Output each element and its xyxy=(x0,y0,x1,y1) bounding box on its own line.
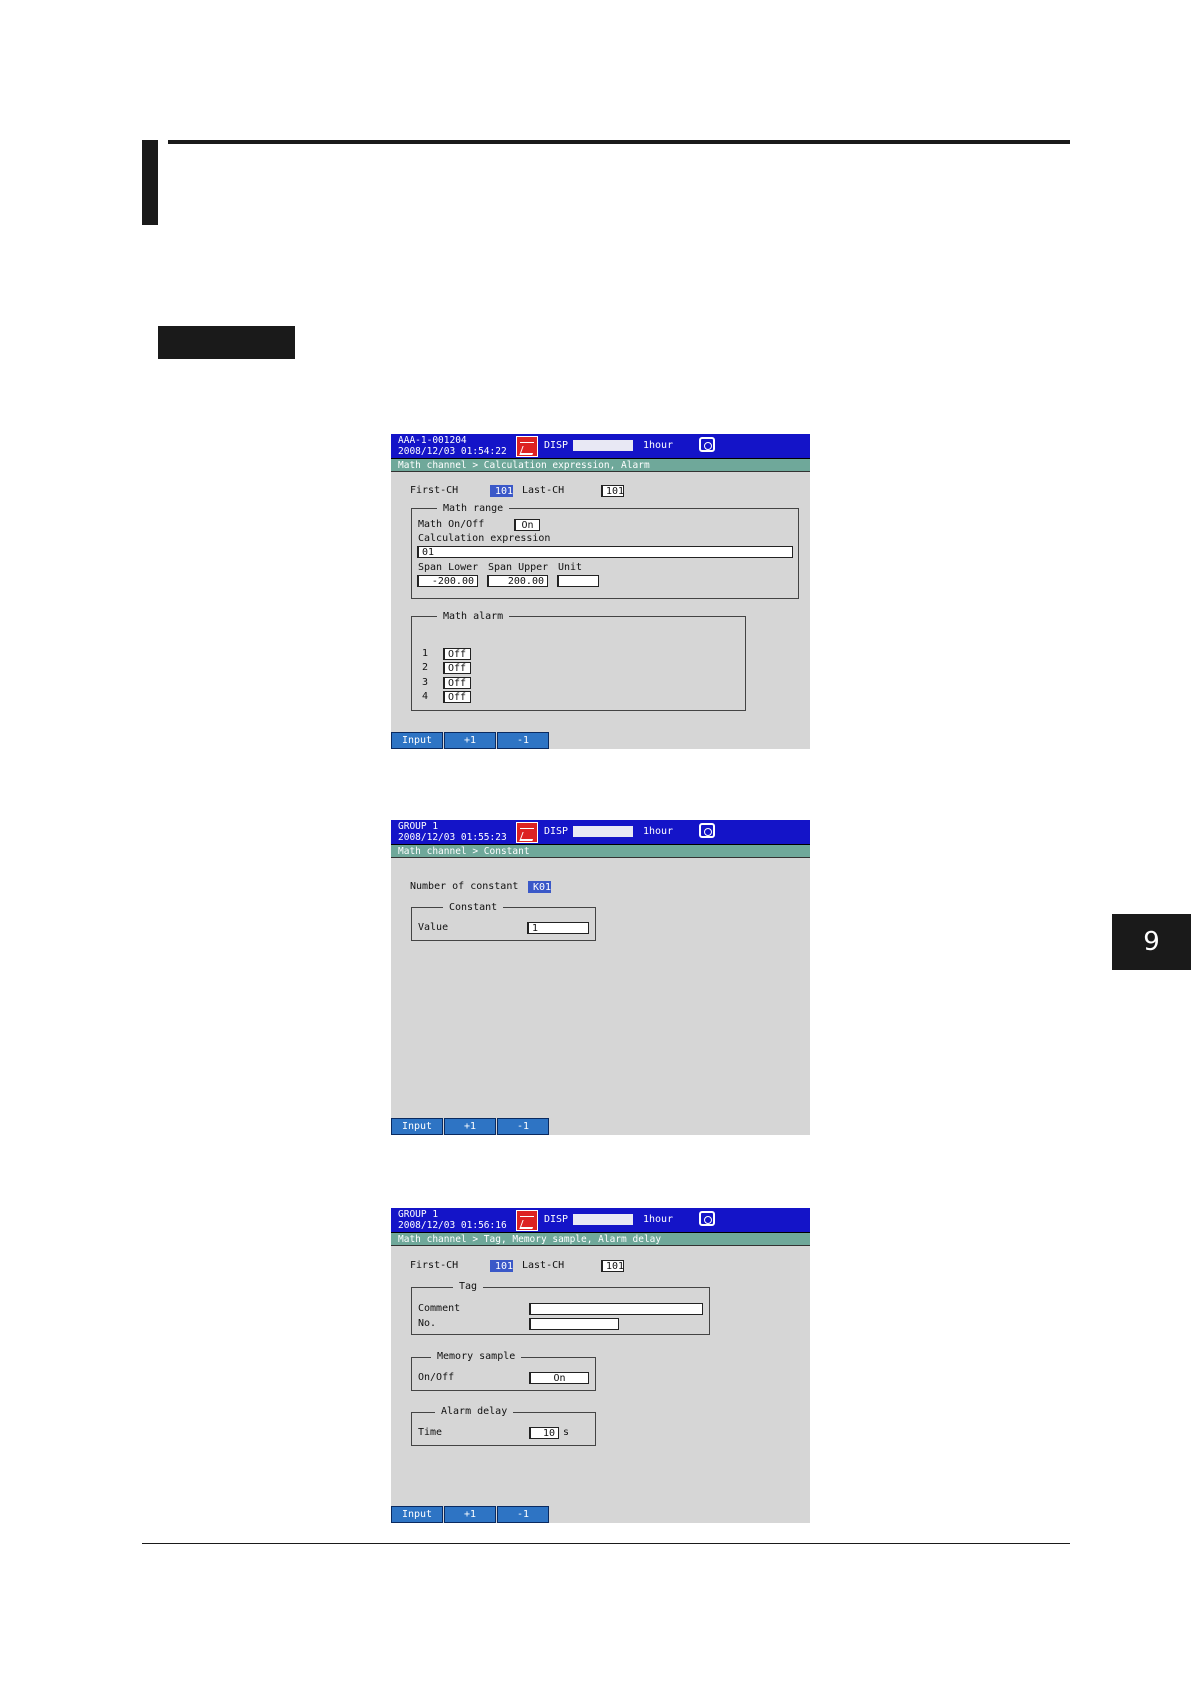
status-datetime: 2008/12/03 01:56:16 xyxy=(398,1220,507,1231)
status-bar: AAA-1-001204 2008/12/03 01:54:22 DISP 1h… xyxy=(391,434,810,459)
last-ch-label: Last-CH xyxy=(522,1260,565,1271)
camera-icon xyxy=(699,1211,715,1226)
status-group-name: GROUP 1 xyxy=(398,821,439,832)
plus-one-softkey[interactable]: +1 xyxy=(444,1506,496,1523)
interval-status: 1hour xyxy=(643,826,674,837)
alarm-no-1: 1 xyxy=(422,648,429,659)
disp-indicator-bar xyxy=(573,440,633,451)
calc-expression-field[interactable]: 01 xyxy=(417,546,793,558)
math-range-title: Math range xyxy=(437,503,510,515)
input-softkey[interactable]: Input xyxy=(391,1506,443,1523)
status-group-name: AAA-1-001204 xyxy=(398,435,467,446)
alarm-3-field[interactable]: Off xyxy=(443,677,471,689)
last-ch-field[interactable]: 101 xyxy=(601,1260,624,1272)
status-datetime: 2008/12/03 01:55:23 xyxy=(398,832,507,843)
comment-field[interactable] xyxy=(529,1303,703,1315)
plus-one-softkey[interactable]: +1 xyxy=(444,732,496,749)
softkey-bar: Input +1 -1 xyxy=(391,732,550,749)
alarm-no-2: 2 xyxy=(422,662,429,673)
calc-expression-label: Calculation expression xyxy=(418,533,551,544)
disp-status: DISP xyxy=(544,826,569,837)
math-onoff-field[interactable]: On xyxy=(514,519,540,531)
time-field[interactable]: 10 xyxy=(529,1427,559,1439)
time-unit: s xyxy=(563,1427,570,1438)
number-of-constant-label: Number of constant xyxy=(410,881,519,892)
alarm-2-field[interactable]: Off xyxy=(443,662,471,674)
screen-tag-memory-alarm-delay: GROUP 1 2008/12/03 01:56:16 DISP 1hour M… xyxy=(391,1208,810,1523)
number-of-constant-field[interactable]: K01 xyxy=(528,881,551,893)
softkey-bar: Input +1 -1 xyxy=(391,1118,550,1135)
alarm-delay-title: Alarm delay xyxy=(435,1406,514,1418)
tag-title: Tag xyxy=(453,1281,484,1293)
span-upper-label: Span Upper xyxy=(488,562,549,573)
unit-field[interactable] xyxy=(557,575,599,587)
alarm-1-field[interactable]: Off xyxy=(443,648,471,660)
first-ch-field[interactable]: 101 xyxy=(490,1260,513,1272)
tag-no-field[interactable] xyxy=(529,1318,619,1330)
memory-onoff-field[interactable]: On xyxy=(529,1372,589,1384)
interval-status: 1hour xyxy=(643,1214,674,1225)
status-bar: GROUP 1 2008/12/03 01:56:16 DISP 1hour xyxy=(391,1208,810,1233)
disp-status: DISP xyxy=(544,1214,569,1225)
alarm-4-field[interactable]: Off xyxy=(443,691,471,703)
alarm-no-3: 3 xyxy=(422,677,429,688)
status-datetime: 2008/12/03 01:54:22 xyxy=(398,446,507,457)
status-bar: GROUP 1 2008/12/03 01:55:23 DISP 1hour xyxy=(391,820,810,845)
minus-one-softkey[interactable]: -1 xyxy=(497,1506,549,1523)
breadcrumb: Math channel > Calculation expression, A… xyxy=(391,459,810,472)
plus-one-softkey[interactable]: +1 xyxy=(444,1118,496,1135)
breadcrumb: Math channel > Constant xyxy=(391,845,810,858)
chapter-tab: 9 xyxy=(1112,914,1191,970)
minus-one-softkey[interactable]: -1 xyxy=(497,732,549,749)
memory-icon xyxy=(516,436,538,457)
disp-indicator-bar xyxy=(573,826,633,837)
memory-icon xyxy=(516,1210,538,1231)
tag-no-label: No. xyxy=(418,1318,437,1329)
camera-icon xyxy=(699,823,715,838)
math-alarm-title: Math alarm xyxy=(437,611,510,623)
section-top-rule xyxy=(168,140,1070,144)
first-ch-label: First-CH xyxy=(410,485,459,496)
page-bottom-rule xyxy=(142,1543,1070,1544)
span-upper-field[interactable]: 200.00 xyxy=(487,575,548,587)
alarm-no-4: 4 xyxy=(422,691,429,702)
disp-status: DISP xyxy=(544,440,569,451)
input-softkey[interactable]: Input xyxy=(391,732,443,749)
screen-constant: GROUP 1 2008/12/03 01:55:23 DISP 1hour M… xyxy=(391,820,810,1135)
last-ch-label: Last-CH xyxy=(522,485,565,496)
last-ch-field[interactable]: 101 xyxy=(601,485,624,497)
constant-title: Constant xyxy=(443,902,504,914)
memory-sample-title: Memory sample xyxy=(431,1351,522,1363)
camera-icon xyxy=(699,437,715,452)
comment-label: Comment xyxy=(418,1303,461,1314)
unit-label: Unit xyxy=(558,562,583,573)
first-ch-field[interactable]: 101 xyxy=(490,485,513,497)
minus-one-softkey[interactable]: -1 xyxy=(497,1118,549,1135)
memory-icon xyxy=(516,822,538,843)
breadcrumb: Math channel > Tag, Memory sample, Alarm… xyxy=(391,1233,810,1246)
screen-calculation-expression-alarm: AAA-1-001204 2008/12/03 01:54:22 DISP 1h… xyxy=(391,434,810,749)
procedure-label-block xyxy=(158,326,295,359)
math-onoff-label: Math On/Off xyxy=(418,519,485,530)
span-lower-label: Span Lower xyxy=(418,562,479,573)
input-softkey[interactable]: Input xyxy=(391,1118,443,1135)
time-label: Time xyxy=(418,1427,443,1438)
span-lower-field[interactable]: -200.00 xyxy=(417,575,478,587)
interval-status: 1hour xyxy=(643,440,674,451)
disp-indicator-bar xyxy=(573,1214,633,1225)
status-group-name: GROUP 1 xyxy=(398,1209,439,1220)
constant-value-field[interactable]: 1 xyxy=(527,922,589,934)
section-left-bar xyxy=(142,140,158,225)
constant-value-label: Value xyxy=(418,922,449,933)
memory-onoff-label: On/Off xyxy=(418,1372,455,1383)
first-ch-label: First-CH xyxy=(410,1260,459,1271)
softkey-bar: Input +1 -1 xyxy=(391,1506,550,1523)
